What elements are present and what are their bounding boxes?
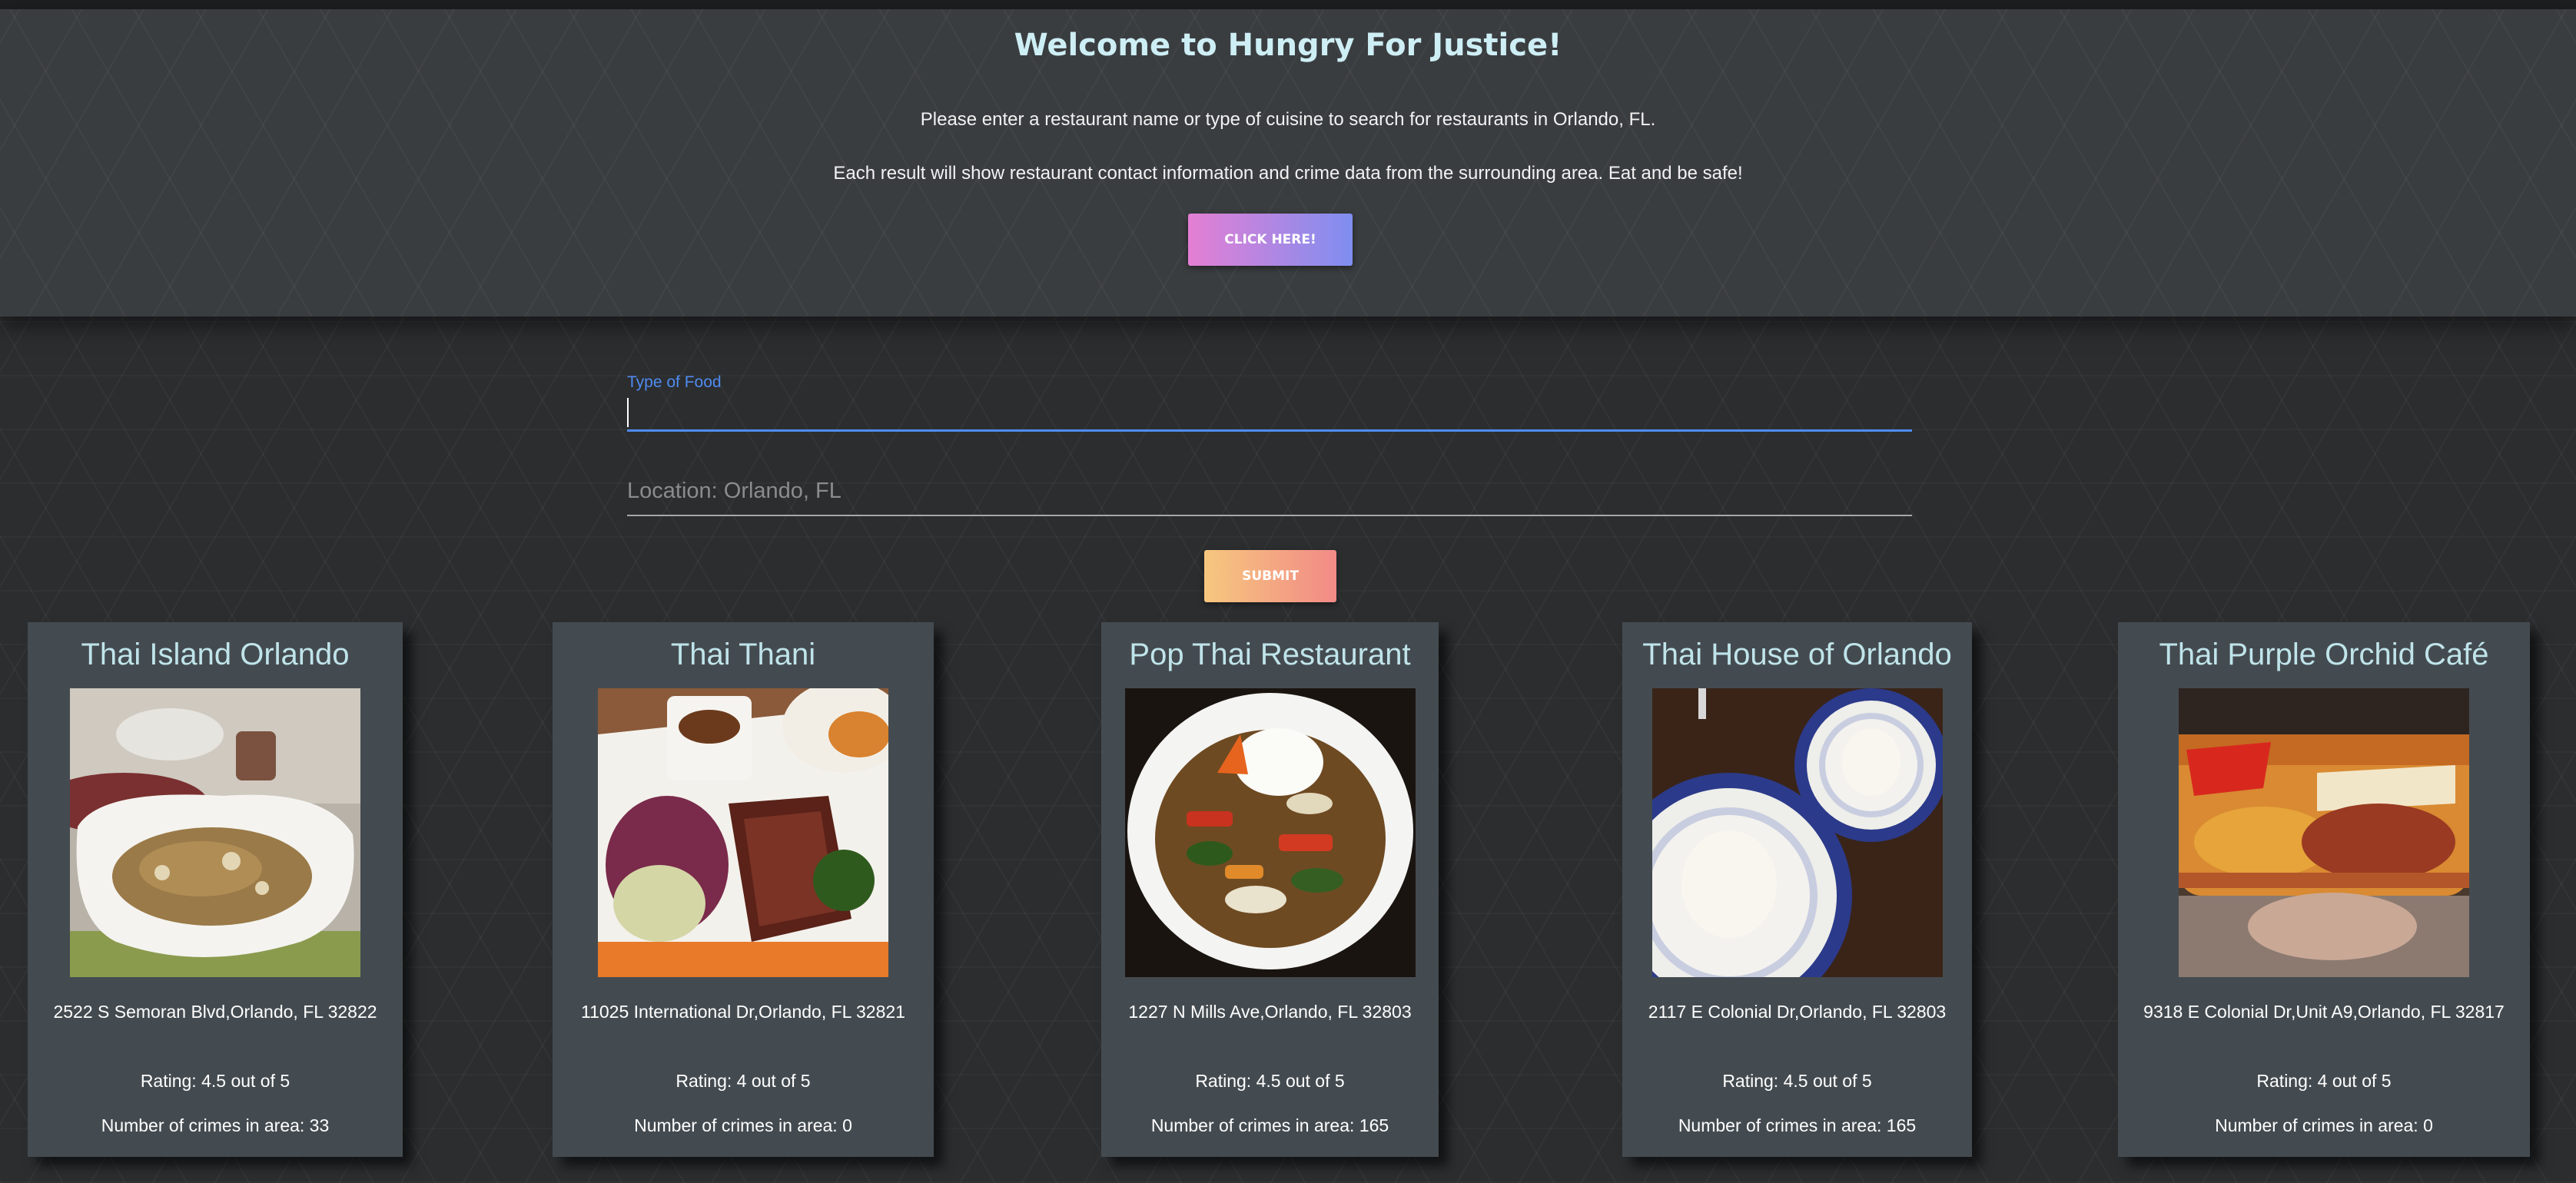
location-field — [627, 467, 1912, 516]
restaurant-address: 1227 N Mills Ave,Orlando, FL 32803 — [1128, 1002, 1412, 1022]
restaurant-name: Thai Thani — [670, 638, 816, 671]
restaurant-photo — [1651, 688, 1943, 977]
restaurant-name: Thai House of Orlando — [1642, 638, 1952, 671]
intro-text: Please enter a restaurant name or type o… — [920, 109, 1656, 130]
restaurant-photo — [70, 688, 360, 977]
restaurant-photo — [2179, 688, 2469, 977]
restaurant-rating: Rating: 4.5 out of 5 — [1722, 1071, 1872, 1091]
restaurant-name: Thai Purple Orchid Café — [2159, 638, 2489, 671]
food-type-label: Type of Food — [627, 373, 722, 391]
restaurant-rating: Rating: 4 out of 5 — [676, 1071, 811, 1091]
restaurant-card[interactable]: Thai Purple Orchid Café 9318 E Colonial … — [2118, 622, 2530, 1157]
food-type-field: Type of Food — [627, 373, 1912, 436]
restaurant-address: 9318 E Colonial Dr,Unit A9,Orlando, FL 3… — [2143, 1002, 2505, 1022]
click-here-button[interactable]: CLICK HERE! — [1188, 214, 1353, 266]
restaurant-name: Thai Island Orlando — [81, 638, 350, 671]
restaurant-rating: Rating: 4.5 out of 5 — [140, 1071, 290, 1091]
submit-button[interactable]: SUBMIT — [1204, 550, 1336, 602]
restaurant-address: 2522 S Semoran Blvd,Orlando, FL 32822 — [53, 1002, 377, 1022]
description-text: Each result will show restaurant contact… — [833, 163, 1743, 184]
restaurant-card[interactable]: Thai Thani 11025 International Dr,Orland… — [553, 622, 934, 1157]
text-cursor — [627, 398, 629, 427]
crime-count: Number of crimes in area: 0 — [634, 1115, 852, 1135]
restaurant-rating: Rating: 4 out of 5 — [2256, 1071, 2392, 1091]
restaurant-name: Pop Thai Restaurant — [1129, 638, 1411, 671]
top-strip — [0, 0, 2576, 9]
restaurant-rating: Rating: 4.5 out of 5 — [1195, 1071, 1345, 1091]
crime-count: Number of crimes in area: 0 — [2215, 1115, 2433, 1135]
food-type-input[interactable] — [627, 393, 1912, 432]
restaurant-address: 11025 International Dr,Orlando, FL 32821 — [581, 1002, 905, 1022]
restaurant-card[interactable]: Pop Thai Restaurant 1227 N Mills Ave,Orl… — [1101, 622, 1439, 1157]
crime-count: Number of crimes in area: 33 — [101, 1115, 330, 1135]
location-input[interactable] — [627, 467, 1912, 516]
restaurant-card[interactable]: Thai House of Orlando 2117 E Colonial Dr… — [1622, 622, 1972, 1157]
crime-count: Number of crimes in area: 165 — [1150, 1115, 1389, 1135]
restaurant-photo — [598, 688, 888, 977]
crime-count: Number of crimes in area: 165 — [1678, 1115, 1917, 1135]
restaurant-photo — [1124, 688, 1416, 977]
restaurant-address: 2117 E Colonial Dr,Orlando, FL 32803 — [1648, 1002, 1947, 1022]
restaurant-card[interactable]: Thai Island Orlando 2522 S Semoran Blvd,… — [28, 622, 403, 1157]
page-title: Welcome to Hungry For Justice! — [1014, 28, 1562, 63]
hero-banner: Welcome to Hungry For Justice! Please en… — [0, 9, 2576, 316]
